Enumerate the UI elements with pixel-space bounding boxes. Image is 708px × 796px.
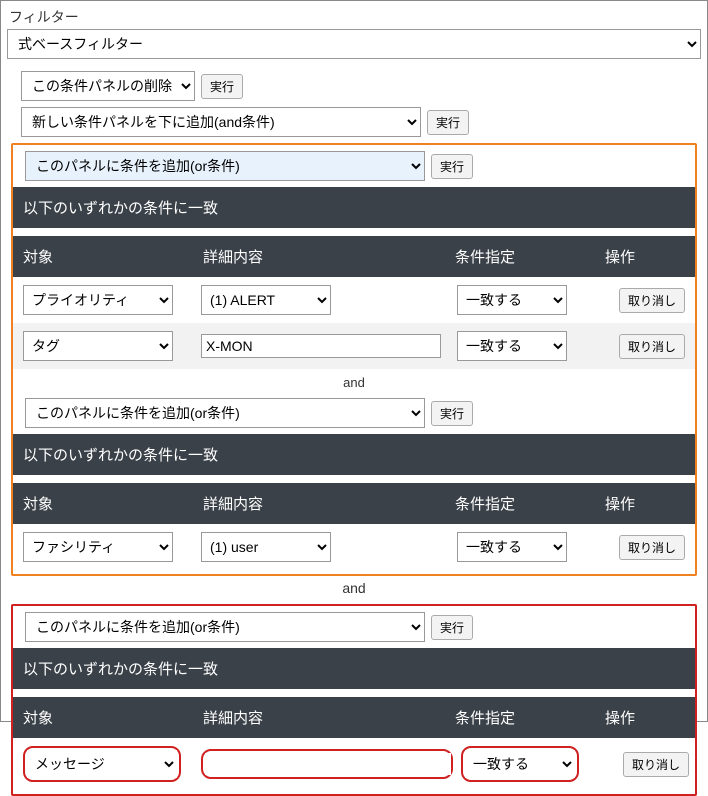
target-select[interactable]: ファシリティ	[23, 532, 173, 562]
col-action: 操作	[605, 707, 685, 728]
criteria-select[interactable]: 一致する	[465, 750, 575, 778]
col-detail: 詳細内容	[203, 493, 455, 514]
add-condition-select-1a[interactable]: このパネルに条件を追加(or条件)	[25, 151, 425, 181]
criteria-select[interactable]: 一致する	[457, 285, 567, 315]
col-action: 操作	[605, 246, 685, 267]
col-criteria: 条件指定	[455, 707, 605, 728]
delete-panel-select[interactable]: この条件パネルの削除	[21, 71, 195, 101]
detail-select[interactable]: (1) ALERT	[201, 285, 331, 315]
condition-row: メッセージ 一致する 取り消し	[13, 738, 695, 790]
match-any-header-1b: 以下のいずれかの条件に一致	[13, 434, 695, 475]
add-condition-execute-2[interactable]: 実行	[431, 615, 473, 640]
detail-input[interactable]	[201, 334, 441, 358]
col-target: 対象	[23, 493, 203, 514]
col-criteria: 条件指定	[455, 246, 605, 267]
condition-row: プライオリティ (1) ALERT 一致する 取り消し	[13, 277, 695, 323]
target-select[interactable]: メッセージ	[27, 750, 177, 778]
criteria-select[interactable]: 一致する	[457, 331, 567, 361]
condition-row: タグ 一致する 取り消し	[13, 323, 695, 369]
target-select[interactable]: タグ	[23, 331, 173, 361]
cancel-button[interactable]: 取り消し	[619, 288, 685, 313]
col-criteria: 条件指定	[455, 493, 605, 514]
add-condition-select-2[interactable]: このパネルに条件を追加(or条件)	[25, 612, 425, 642]
columns-header-2: 対象 詳細内容 条件指定 操作	[13, 697, 695, 738]
condition-group-1: このパネルに条件を追加(or条件) 実行 以下のいずれかの条件に一致 対象 詳細…	[11, 143, 697, 576]
add-panel-execute-button[interactable]: 実行	[427, 110, 469, 135]
add-panel-below-select[interactable]: 新しい条件パネルを下に追加(and条件)	[21, 107, 421, 137]
cancel-button[interactable]: 取り消し	[619, 535, 685, 560]
filter-type-select[interactable]: 式ベースフィルター	[7, 29, 701, 59]
match-any-header-1a: 以下のいずれかの条件に一致	[13, 187, 695, 228]
add-condition-execute-1b[interactable]: 実行	[431, 401, 473, 426]
detail-input[interactable]	[205, 753, 451, 775]
col-target: 対象	[23, 707, 203, 728]
columns-header-1b: 対象 詳細内容 条件指定 操作	[13, 483, 695, 524]
and-separator: and	[13, 369, 695, 392]
col-target: 対象	[23, 246, 203, 267]
filter-panel-root: フィルター 式ベースフィルター この条件パネルの削除 実行 新しい条件パネルを下…	[0, 0, 708, 722]
cancel-button[interactable]: 取り消し	[623, 752, 689, 777]
col-detail: 詳細内容	[203, 246, 455, 267]
condition-group-2: このパネルに条件を追加(or条件) 実行 以下のいずれかの条件に一致 対象 詳細…	[11, 604, 697, 796]
col-detail: 詳細内容	[203, 707, 455, 728]
target-select[interactable]: プライオリティ	[23, 285, 173, 315]
filter-label: フィルター	[9, 7, 701, 27]
detail-select[interactable]: (1) user	[201, 532, 331, 562]
columns-header-1a: 対象 詳細内容 条件指定 操作	[13, 236, 695, 277]
col-action: 操作	[605, 493, 685, 514]
condition-row: ファシリティ (1) user 一致する 取り消し	[13, 524, 695, 570]
cancel-button[interactable]: 取り消し	[619, 334, 685, 359]
delete-panel-execute-button[interactable]: 実行	[201, 74, 243, 99]
add-condition-select-1b[interactable]: このパネルに条件を追加(or条件)	[25, 398, 425, 428]
add-condition-execute-1a[interactable]: 実行	[431, 154, 473, 179]
criteria-select[interactable]: 一致する	[457, 532, 567, 562]
match-any-header-2: 以下のいずれかの条件に一致	[13, 648, 695, 689]
and-separator-groups: and	[7, 576, 701, 600]
